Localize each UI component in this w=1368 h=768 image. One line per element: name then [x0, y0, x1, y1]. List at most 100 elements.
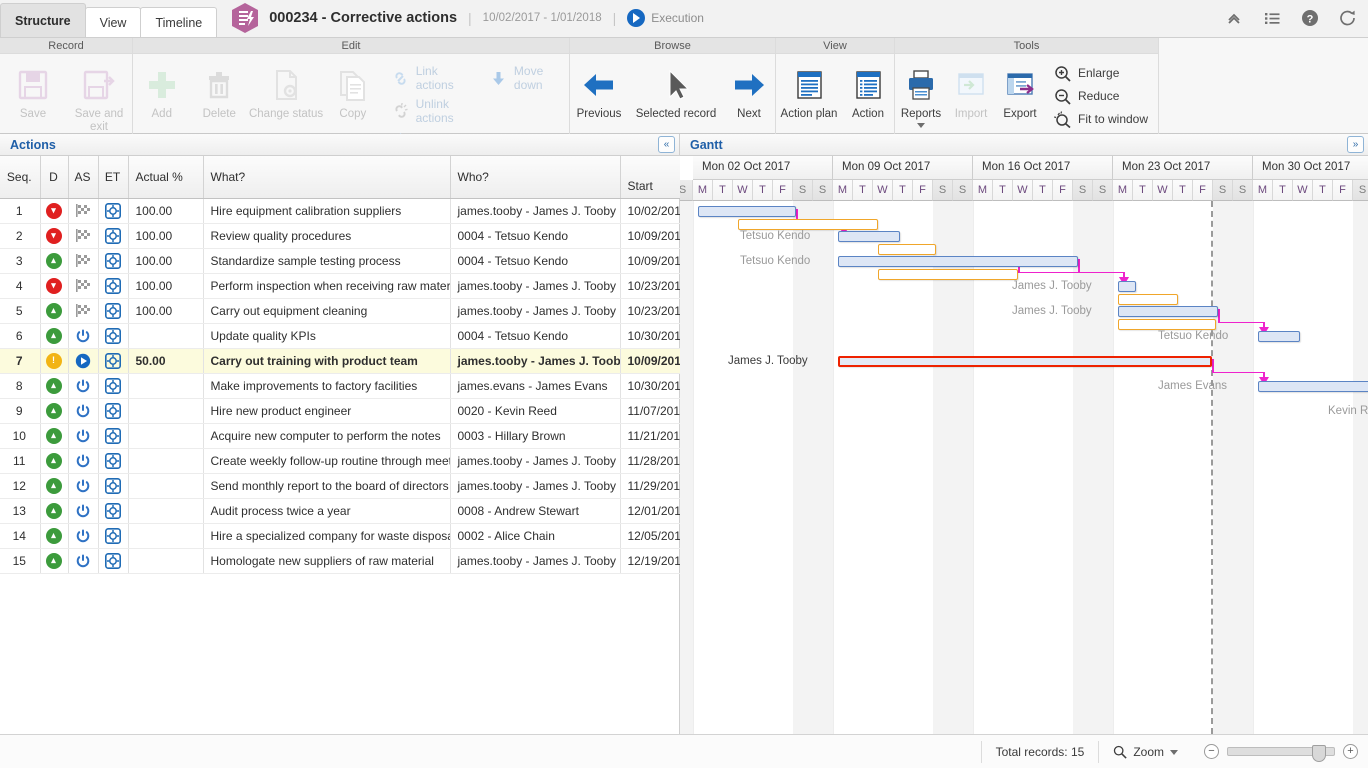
column-header-actual-percent[interactable]: Actual %: [128, 156, 204, 199]
cell-et[interactable]: [98, 448, 129, 474]
cell-d[interactable]: ▴: [40, 398, 69, 424]
table-row[interactable]: 7! 50.00 Carry out training with product t…: [0, 348, 680, 374]
cell-d[interactable]: ▴: [40, 448, 69, 474]
reduce-button[interactable]: Reduce: [1053, 87, 1148, 105]
help-icon[interactable]: ?: [1300, 8, 1320, 28]
table-row[interactable]: 6 ▴ Update quality KPIs 0004 - Tetsuo Kendo…: [0, 323, 680, 349]
cell-as[interactable]: [68, 323, 99, 349]
cell-d[interactable]: ▴: [40, 298, 69, 324]
action-plan-button[interactable]: Action plan: [776, 59, 842, 121]
cell-d[interactable]: ▴: [40, 498, 69, 524]
zoom-slider-group[interactable]: − +: [1192, 741, 1368, 763]
table-row[interactable]: 4 ▾ 100.00 Perform inspection when receivin…: [0, 273, 680, 299]
refresh-icon[interactable]: [1338, 8, 1358, 28]
collapse-left-panel-button[interactable]: «: [658, 136, 675, 153]
cell-what[interactable]: Carry out training with product team: [203, 348, 451, 374]
table-row[interactable]: 8 ▴ Make improvements to factory facilitie…: [0, 373, 680, 399]
column-header-what[interactable]: What?: [203, 156, 451, 199]
cell-as[interactable]: [68, 398, 99, 424]
cell-what[interactable]: Make improvements to factory facilities: [203, 373, 451, 399]
cell-what[interactable]: Audit process twice a year: [203, 498, 451, 524]
column-header-d[interactable]: D: [40, 156, 69, 199]
cell-d[interactable]: ▾: [40, 223, 69, 249]
cell-who[interactable]: james.tooby - James J. Tooby: [450, 448, 621, 474]
cell-what[interactable]: Carry out equipment cleaning: [203, 298, 451, 324]
column-header-who[interactable]: Who?: [450, 156, 621, 199]
zoom-in-button[interactable]: +: [1343, 744, 1358, 759]
cell-who[interactable]: james.evans - James Evans: [450, 373, 621, 399]
expand-gantt-panel-button[interactable]: »: [1347, 136, 1364, 153]
tab-view[interactable]: View: [84, 7, 142, 37]
column-header-as[interactable]: AS: [68, 156, 99, 199]
enlarge-button[interactable]: Enlarge: [1053, 64, 1148, 82]
table-row[interactable]: 1 ▾ 100.00 Hire equipment calibration suppl…: [0, 198, 680, 224]
cell-what[interactable]: Standardize sample testing process: [203, 248, 451, 274]
gantt-bar-actual[interactable]: [878, 269, 1018, 280]
table-row[interactable]: 5 ▴ 100.00 Carry out equipment cleaning jame…: [0, 298, 680, 324]
cell-as[interactable]: [68, 273, 99, 299]
cell-et[interactable]: [98, 473, 129, 499]
cell-et[interactable]: [98, 223, 129, 249]
gantt-body[interactable]: Tetsuo Kendo Tetsuo Kendo James J. Tooby Ja…: [680, 201, 1368, 734]
chevron-down-icon[interactable]: [917, 123, 925, 128]
table-row[interactable]: 10 ▴ Acquire new computer to perform the n…: [0, 423, 680, 449]
gantt-bar-planned[interactable]: [698, 206, 796, 217]
gantt-bar-planned[interactable]: [838, 231, 900, 242]
cell-d[interactable]: ▾: [40, 198, 69, 224]
cell-as[interactable]: [68, 448, 99, 474]
cell-d[interactable]: ▴: [40, 323, 69, 349]
cell-who[interactable]: james.tooby - James J. Tooby: [450, 548, 621, 574]
cell-d[interactable]: !: [40, 348, 69, 374]
cell-what[interactable]: Review quality procedures: [203, 223, 451, 249]
cell-who[interactable]: james.tooby - James J. Tooby: [450, 298, 621, 324]
cell-as[interactable]: [68, 498, 99, 524]
cell-et[interactable]: [98, 548, 129, 574]
zoom-chevron-down-icon[interactable]: [1170, 750, 1178, 755]
cell-who[interactable]: 0004 - Tetsuo Kendo: [450, 323, 621, 349]
cell-et[interactable]: [98, 248, 129, 274]
gantt-bar-planned[interactable]: [1118, 281, 1136, 292]
cell-et[interactable]: [98, 523, 129, 549]
cell-who[interactable]: 0008 - Andrew Stewart: [450, 498, 621, 524]
cell-et[interactable]: [98, 373, 129, 399]
cell-et[interactable]: [98, 198, 129, 224]
column-header-seq[interactable]: Seq.: [0, 156, 41, 199]
gantt-bar-planned[interactable]: [1118, 306, 1218, 317]
cell-who[interactable]: 0020 - Kevin Reed: [450, 398, 621, 424]
cell-who[interactable]: 0004 - Tetsuo Kendo: [450, 223, 621, 249]
table-row[interactable]: 11 ▴ Create weekly follow-up routine throu…: [0, 448, 680, 474]
list-menu-icon[interactable]: [1262, 8, 1282, 28]
cell-who[interactable]: james.tooby - James J. Tooby: [450, 198, 621, 224]
cell-what[interactable]: Hire equipment calibration suppliers: [203, 198, 451, 224]
cell-as[interactable]: [68, 473, 99, 499]
cell-as[interactable]: [68, 198, 99, 224]
gantt-bar-planned[interactable]: [1258, 381, 1368, 392]
gantt-bar-selected[interactable]: [838, 356, 1212, 367]
gantt-bar-actual[interactable]: [1118, 319, 1216, 330]
cell-d[interactable]: ▾: [40, 273, 69, 299]
cell-who[interactable]: 0002 - Alice Chain: [450, 523, 621, 549]
previous-button[interactable]: Previous: [570, 59, 628, 121]
cell-what[interactable]: Update quality KPIs: [203, 323, 451, 349]
cell-as[interactable]: [68, 423, 99, 449]
gantt-bar-actual[interactable]: [878, 244, 936, 255]
cell-et[interactable]: [98, 323, 129, 349]
cell-et[interactable]: [98, 298, 129, 324]
cell-et[interactable]: [98, 423, 129, 449]
cell-d[interactable]: ▴: [40, 548, 69, 574]
column-header-et[interactable]: ET: [98, 156, 129, 199]
cell-d[interactable]: ▴: [40, 248, 69, 274]
cell-as[interactable]: [68, 373, 99, 399]
table-row[interactable]: 9 ▴ Hire new product engineer 0020 - Kevin …: [0, 398, 680, 424]
zoom-control[interactable]: Zoom: [1098, 740, 1192, 763]
cell-et[interactable]: [98, 398, 129, 424]
cell-d[interactable]: ▴: [40, 523, 69, 549]
gantt-bar-planned[interactable]: [1258, 331, 1300, 342]
table-row[interactable]: 14 ▴ Hire a specialized company for waste …: [0, 523, 680, 549]
gantt-bar-actual[interactable]: [738, 219, 878, 230]
execution-status[interactable]: Execution: [627, 9, 704, 27]
cell-d[interactable]: ▴: [40, 423, 69, 449]
cell-what[interactable]: Create weekly follow-up routine through …: [203, 448, 451, 474]
cell-as[interactable]: [68, 523, 99, 549]
gantt-bar-planned[interactable]: [838, 256, 1078, 267]
